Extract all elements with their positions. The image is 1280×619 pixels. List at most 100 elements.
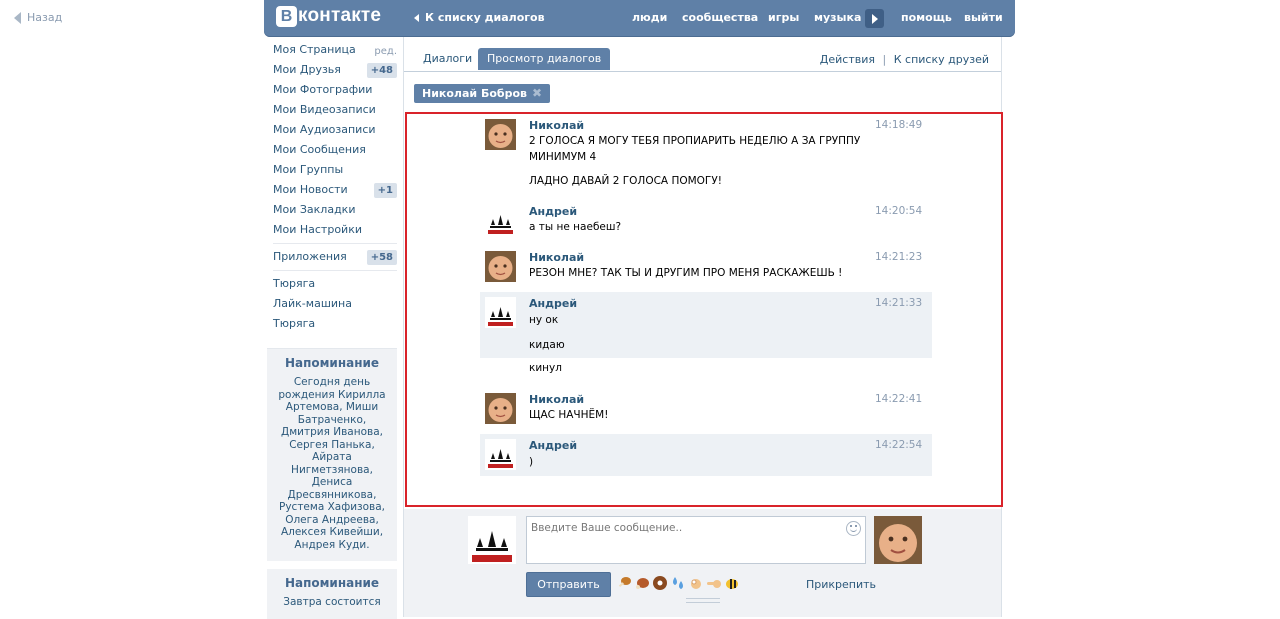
message-time: 14:21:33 (875, 297, 923, 309)
sidebar-app-link[interactable]: Тюряга (267, 274, 397, 294)
event-reminder: Напоминание Завтра состоится (267, 569, 397, 619)
back-to-dialogs-link[interactable]: К списку диалогов (414, 11, 545, 24)
baby-avatar-icon[interactable] (485, 119, 516, 150)
sidebar-item-label[interactable]: Моя Страница (273, 43, 356, 56)
back-link[interactable]: Назад (14, 11, 62, 24)
main-content: Диалоги Просмотр диалогов Действия | К с… (403, 37, 1003, 617)
chicken-leg-icon[interactable] (616, 575, 632, 591)
adidas-avatar-icon[interactable] (485, 297, 516, 328)
sidebar-item-label[interactable]: Мои Закладки (273, 203, 355, 216)
sidebar-item-label[interactable]: Мои Видеозаписи (273, 103, 376, 116)
message-author[interactable]: Андрей (529, 439, 577, 452)
message-author[interactable]: Николай (529, 251, 584, 264)
vk-logo[interactable]: В контакте (276, 5, 381, 27)
tab-view-dialogs[interactable]: Просмотр диалогов (478, 48, 611, 70)
message-item: Николай 14:18:49 2 ГОЛОСА Я МОГУ ТЕБЯ ПР… (480, 114, 932, 199)
message-item: кинул (480, 358, 932, 390)
baby-avatar-icon[interactable] (485, 251, 516, 282)
sidebar-item-groups[interactable]: Мои Группы (267, 160, 397, 180)
friends-list-link[interactable]: К списку друзей (894, 53, 989, 66)
sidebar-item-audio[interactable]: Мои Аудиозаписи (267, 120, 397, 140)
sidebar-item-label[interactable]: Мои Группы (273, 163, 343, 176)
sidebar-item-label[interactable]: Мои Аудиозаписи (273, 123, 376, 136)
message-item: Андрей 14:22:54 ) (480, 434, 932, 476)
sidebar-item-label[interactable]: Мои Друзья (273, 63, 341, 76)
reminder-text: Сегодня день рождения Кирилла Артемова, … (278, 376, 386, 551)
nav-music[interactable]: музыка (814, 11, 861, 24)
message-author[interactable]: Андрей (529, 205, 577, 218)
sidebar-item-label[interactable]: Тюряга (273, 317, 315, 330)
nav-games[interactable]: игры (768, 11, 799, 24)
message-text: кидаю (529, 339, 565, 351)
smiley-icon[interactable] (846, 521, 861, 536)
sidebar-app-link[interactable]: Лайк-машина (267, 294, 397, 314)
meat-icon[interactable] (634, 575, 650, 591)
reminder-title: Напоминание (284, 576, 380, 590)
message-input[interactable]: Введите Ваше сообщение.. (526, 516, 866, 564)
message-time: 14:22:41 (875, 393, 923, 405)
sidebar-item-settings[interactable]: Мои Настройки (267, 220, 397, 240)
left-sidebar: Моя Страница ред. Мои Друзья +48 Мои Фот… (267, 40, 397, 619)
sidebar-item-label[interactable]: Приложения (273, 250, 347, 263)
message-item: Николай 14:21:23 РЕЗОН МНЕ? ТАК ТЫ И ДРУ… (480, 246, 932, 292)
message-author[interactable]: Николай (529, 119, 584, 132)
actions-separator: | (882, 53, 887, 66)
sidebar-item-apps[interactable]: Приложения +58 (267, 247, 397, 267)
adidas-avatar-icon[interactable] (468, 516, 516, 564)
sidebar-item-label[interactable]: Лайк-машина (273, 297, 352, 310)
apps-count-badge[interactable]: +58 (366, 250, 397, 265)
nav-people[interactable]: люди (632, 11, 667, 24)
sidebar-item-label[interactable]: Мои Новости (273, 183, 348, 196)
baby-avatar-icon[interactable] (485, 393, 516, 424)
donut-icon[interactable] (652, 575, 668, 591)
attach-link[interactable]: Прикрепить (806, 578, 876, 591)
resize-handle[interactable] (686, 598, 720, 603)
sidebar-item-news[interactable]: Мои Новости +1 (267, 180, 397, 200)
sidebar-item-my-page[interactable]: Моя Страница ред. (267, 40, 397, 60)
sidebar-item-label[interactable]: Мои Настройки (273, 223, 362, 236)
tab-actions: Действия | К списку друзей (820, 53, 989, 66)
message-text: РЕЗОН МНЕ? ТАК ТЫ И ДРУГИМ ПРО МЕНЯ РАСК… (529, 267, 843, 279)
reminder-text: Завтра состоится (283, 596, 381, 608)
sidebar-item-label[interactable]: Тюряга (273, 277, 315, 290)
sidebar-item-photos[interactable]: Мои Фотографии (267, 80, 397, 100)
sidebar-app-link[interactable]: Тюряга (267, 314, 397, 334)
back-arrow-icon (414, 13, 419, 22)
message-author[interactable]: Николай (529, 393, 584, 406)
tab-dialogs[interactable]: Диалоги (414, 48, 481, 70)
sidebar-item-messages[interactable]: Мои Сообщения (267, 140, 397, 160)
bee-icon[interactable] (724, 575, 740, 591)
message-time: 14:21:23 (875, 251, 923, 263)
actions-link[interactable]: Действия (820, 53, 875, 66)
sidebar-item-friends[interactable]: Мои Друзья +48 (267, 60, 397, 80)
friends-count-badge[interactable]: +48 (366, 63, 397, 78)
baby-avatar-icon[interactable] (874, 516, 922, 564)
nav-help[interactable]: помощь (901, 11, 952, 24)
ok-hand-icon[interactable] (688, 575, 704, 591)
nav-communities[interactable]: сообщества (682, 11, 758, 24)
back-arrow-icon (14, 11, 21, 24)
adidas-avatar-icon[interactable] (485, 439, 516, 470)
news-count-badge[interactable]: +1 (373, 183, 397, 198)
message-time: 14:20:54 (875, 205, 923, 217)
play-icon[interactable] (865, 9, 884, 28)
birthday-reminder: Напоминание Сегодня день рождения Кирилл… (267, 348, 397, 561)
sidebar-item-label[interactable]: Мои Сообщения (273, 143, 366, 156)
message-time: 14:22:54 (875, 439, 923, 451)
message-history: Николай 14:18:49 2 ГОЛОСА Я МОГУ ТЕБЯ ПР… (405, 112, 1003, 507)
message-author[interactable]: Андрей (529, 297, 577, 310)
message-item: Николай 14:22:41 ЩАС НАЧНЁМ! (480, 388, 932, 434)
close-icon[interactable]: ✖ (532, 84, 542, 103)
pointing-hand-icon[interactable] (706, 575, 722, 591)
water-drops-icon[interactable] (670, 575, 686, 591)
adidas-avatar-icon[interactable] (485, 205, 516, 236)
recipient-chip[interactable]: Николай Бобров ✖ (414, 84, 551, 103)
send-button[interactable]: Отправить (526, 572, 611, 597)
message-text: а ты не наебеш? (529, 221, 622, 233)
sidebar-item-label[interactable]: Мои Фотографии (273, 83, 372, 96)
nav-logout[interactable]: выйти (964, 11, 1003, 24)
sidebar-item-bookmarks[interactable]: Мои Закладки (267, 200, 397, 220)
message-text: 2 ГОЛОСА Я МОГУ ТЕБЯ ПРОПИАРИТЬ НЕДЕЛЮ А… (529, 135, 861, 147)
sidebar-item-videos[interactable]: Мои Видеозаписи (267, 100, 397, 120)
edit-link[interactable]: ред. (374, 42, 397, 62)
